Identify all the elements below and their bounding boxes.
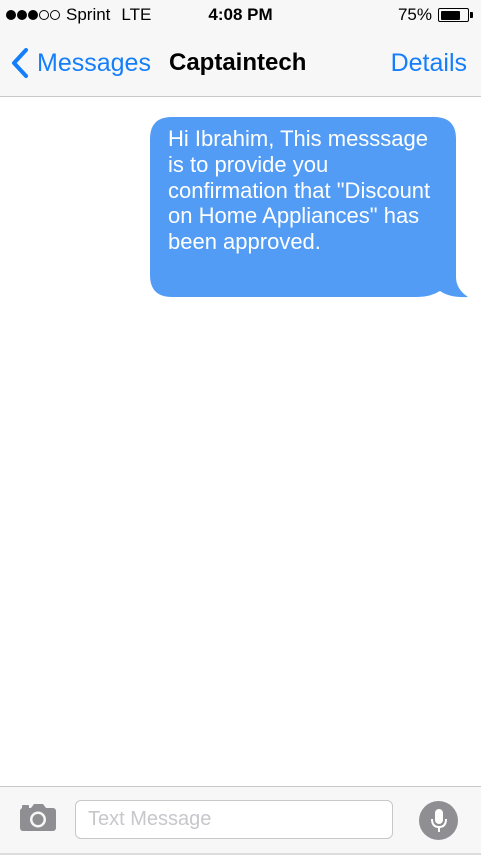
compose-bar <box>0 786 481 855</box>
message-thread[interactable]: Hi Ibrahim, This messsage is to provide … <box>0 98 481 786</box>
battery-tip <box>470 12 473 18</box>
chevron-left-icon <box>12 48 28 78</box>
details-button[interactable]: Details <box>391 46 467 80</box>
camera-icon <box>20 804 56 831</box>
status-bar: Sprint LTE 4:08 PM 75% <box>0 0 481 30</box>
microphone-icon <box>430 808 447 832</box>
battery-percentage: 75% <box>397 5 432 24</box>
conversation-title: Captaintech <box>169 49 307 76</box>
outgoing-message-bubble[interactable]: Hi Ibrahim, This messsage is to provide … <box>150 117 468 299</box>
battery-level-fill <box>440 10 460 20</box>
battery-icon <box>438 8 469 22</box>
back-button[interactable]: Messages <box>10 46 151 80</box>
message-text: Hi Ibrahim, This messsage is to provide … <box>168 126 431 255</box>
camera-button[interactable] <box>18 803 58 838</box>
status-right: 75% <box>398 5 473 25</box>
back-button-label: Messages <box>37 49 151 77</box>
microphone-button[interactable] <box>419 801 458 840</box>
navigation-bar: Messages Captaintech Details <box>0 30 481 97</box>
message-input[interactable] <box>75 800 393 839</box>
